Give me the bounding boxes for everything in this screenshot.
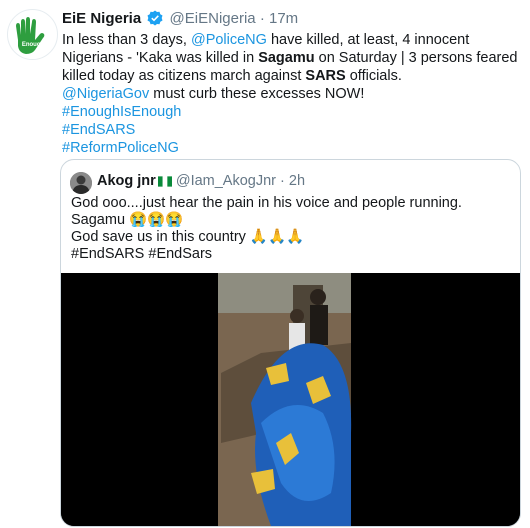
tweet-text: In less than 3 days, @PoliceNG have kill…	[62, 31, 522, 157]
quoted-tweet-card[interactable]: Akog jnr @Iam_AkogJnr · 2h God ooo....ju…	[60, 159, 521, 527]
mention-policeng-link[interactable]: @PoliceNG	[191, 32, 267, 48]
tweet-header: EiE Nigeria @EiENigeria · 17m	[62, 10, 298, 30]
text-segment: must curb these excesses NOW!	[149, 86, 365, 102]
quoted-line: God ooo....just hear the pain in his voi…	[71, 195, 462, 211]
bold-sars: SARS	[305, 68, 346, 84]
video-thumbnail[interactable]	[61, 273, 520, 526]
bold-sagamu: Sagamu	[258, 50, 315, 66]
quoted-author-name[interactable]: Akog jnr	[97, 173, 156, 189]
quoted-hashtags[interactable]: #EndSARS #EndSars	[71, 246, 511, 263]
hashtag-link[interactable]: #EnoughIsEnough	[62, 104, 181, 120]
text-segment: In less than 3 days,	[62, 32, 191, 48]
hashtag-link[interactable]: #EndSARS	[62, 122, 135, 138]
hashtag-link[interactable]: #ReformPoliceNG	[62, 140, 179, 156]
quoted-header: Akog jnr @Iam_AkogJnr · 2h	[97, 173, 305, 191]
author-handle[interactable]: @EiENigeria	[170, 10, 256, 27]
eie-logo: Enough	[16, 17, 45, 54]
author-avatar[interactable]: Enough	[7, 9, 58, 60]
separator-dot: ·	[259, 10, 265, 27]
separator-dot: ·	[280, 173, 285, 189]
tweet-time[interactable]: 17m	[269, 10, 298, 27]
verified-icon	[147, 10, 163, 30]
quoted-author-handle[interactable]: @Iam_AkogJnr	[176, 173, 276, 189]
nigeria-flag-icon	[157, 175, 172, 191]
svg-text:Enough: Enough	[22, 42, 45, 48]
author-name[interactable]: EiE Nigeria	[62, 10, 141, 27]
video-frame	[61, 273, 520, 526]
quoted-text: God ooo....just hear the pain in his voi…	[71, 195, 511, 263]
mention-nigeriagov-link[interactable]: @NigeriaGov	[62, 86, 149, 102]
quoted-line: God save us in this country 🙏🙏🙏	[71, 229, 305, 245]
quoted-author-avatar[interactable]	[70, 172, 92, 194]
quoted-line: Sagamu 😭😭😭	[71, 212, 184, 228]
person-avatar-icon	[70, 172, 92, 194]
text-segment: officials.	[345, 68, 402, 84]
quoted-time[interactable]: 2h	[289, 173, 305, 189]
